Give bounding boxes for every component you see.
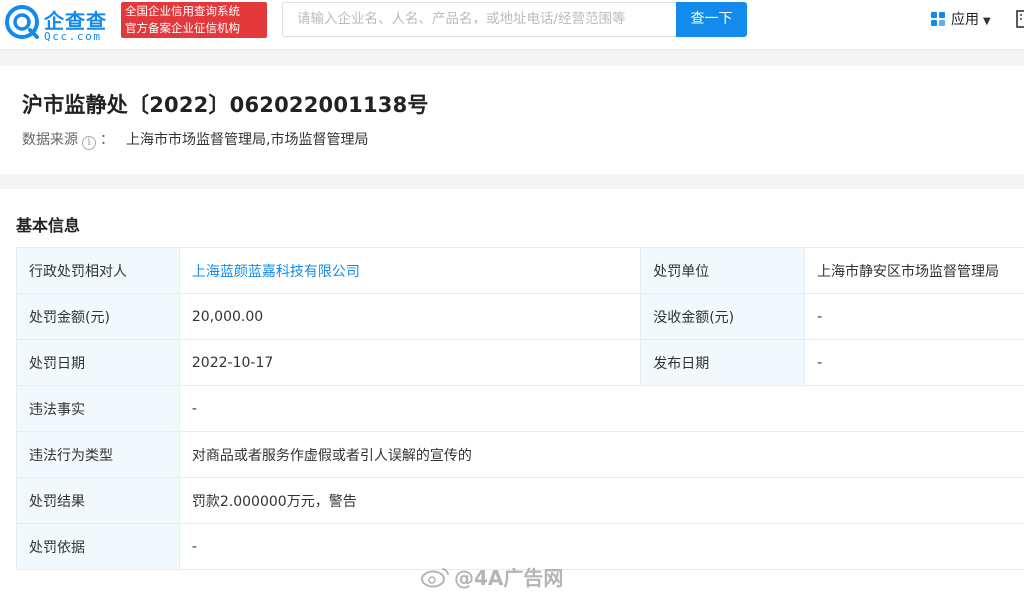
search-input[interactable]: 请输入企业名、人名、产品名，或地址电话/经营范围等 xyxy=(282,2,676,37)
violation-type-value: 对商品或者服务作虚假或者引人误解的宣传的 xyxy=(178,431,1024,478)
watermark: @4A广告网 xyxy=(420,562,563,591)
penalty-info-table: 行政处罚相对人 上海蓝颜蓝嘉科技有限公司 处罚单位 上海市静安区市场监督管理局 … xyxy=(16,247,1024,570)
badge-line-1: 全国企业信用查询系统 xyxy=(125,4,240,18)
qcc-logo[interactable]: 企查查 Qcc.com xyxy=(4,4,116,44)
table-row: 处罚日期 2022-10-17 发布日期 - xyxy=(16,339,1024,386)
amount-label: 处罚金额(元) xyxy=(16,293,180,340)
data-source-label: 数据来源 xyxy=(22,132,78,148)
search-button[interactable]: 查一下 xyxy=(676,2,747,37)
violation-type-label: 违法行为类型 xyxy=(16,431,180,478)
qcc-logo-icon xyxy=(5,5,39,39)
confiscated-value: - xyxy=(804,293,1024,340)
company-link[interactable]: 上海蓝颜蓝嘉科技有限公司 xyxy=(192,264,360,280)
publish-date-label: 发布日期 xyxy=(640,339,806,386)
data-source-colon: ： xyxy=(100,132,114,148)
party-label: 行政处罚相对人 xyxy=(16,247,180,294)
apps-menu[interactable]: 应用 ▼ xyxy=(931,10,991,30)
table-row: 处罚金额(元) 20,000.00 没收金额(元) - xyxy=(16,293,1024,340)
weibo-icon xyxy=(421,568,449,588)
apps-label: 应用 xyxy=(951,12,979,28)
facts-label: 违法事实 xyxy=(16,385,180,432)
section-title: 基本信息 xyxy=(16,216,81,235)
table-row: 行政处罚相对人 上海蓝颜蓝嘉科技有限公司 处罚单位 上海市静安区市场监督管理局 xyxy=(16,247,1024,294)
watermark-text: @4A广告网 xyxy=(454,566,564,590)
basis-label: 处罚依据 xyxy=(16,523,180,570)
top-header: 企查查 Qcc.com 全国企业信用查询系统 官方备案企业征信机构 请输入企业名… xyxy=(0,0,1024,50)
info-icon[interactable]: i xyxy=(82,136,96,150)
table-row: 违法事实 - xyxy=(16,385,1024,432)
badge-line-2: 官方备案企业征信机构 xyxy=(125,21,240,35)
confiscated-label: 没收金额(元) xyxy=(640,293,806,340)
data-source-row: 数据来源 i ： 上海市市场监督管理局,市场监督管理局 xyxy=(22,131,368,150)
data-source-value: 上海市市场监督管理局,市场监督管理局 xyxy=(126,132,369,148)
penalty-date-label: 处罚日期 xyxy=(16,339,180,386)
facts-value: - xyxy=(178,385,1024,432)
party-cell: 上海蓝颜蓝嘉科技有限公司 xyxy=(178,247,642,294)
certification-badge[interactable]: 全国企业信用查询系统 官方备案企业征信机构 xyxy=(121,2,267,38)
chevron-down-icon: ▼ xyxy=(983,16,991,27)
logo-text-en: Qcc.com xyxy=(44,30,102,43)
authority-value: 上海市静安区市场监督管理局 xyxy=(804,247,1024,294)
result-label: 处罚结果 xyxy=(16,477,180,524)
penalty-date-value: 2022-10-17 xyxy=(178,339,642,386)
authority-label: 处罚单位 xyxy=(640,247,806,294)
enterprise-icon[interactable] xyxy=(1016,10,1024,28)
title-card xyxy=(0,66,1024,174)
table-row: 违法行为类型 对商品或者服务作虚假或者引人误解的宣传的 xyxy=(16,431,1024,478)
basis-value: - xyxy=(178,523,1024,570)
page-title: 沪市监静处〔2022〕062022001138号 xyxy=(22,93,429,117)
result-value: 罚款2.000000万元，警告 xyxy=(178,477,1024,524)
amount-value: 20,000.00 xyxy=(178,293,642,340)
grid-icon xyxy=(931,12,945,26)
table-row: 处罚结果 罚款2.000000万元，警告 xyxy=(16,477,1024,524)
publish-date-value: - xyxy=(804,339,1024,386)
